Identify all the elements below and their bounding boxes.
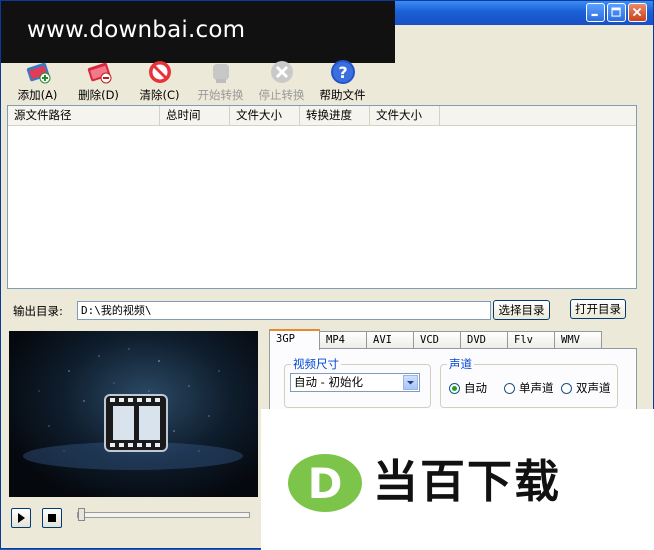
clear-icon xyxy=(145,58,175,86)
clear-button[interactable]: 清除(C) xyxy=(129,59,190,103)
column-header-filler xyxy=(440,106,636,125)
start-convert-label: 开始转换 xyxy=(197,88,244,102)
play-icon xyxy=(18,513,25,523)
open-dir-button[interactable]: 打开目录 xyxy=(570,299,626,319)
column-header-total-time[interactable]: 总时间 xyxy=(160,106,230,125)
choose-dir-button[interactable]: 选择目录 xyxy=(493,300,550,320)
brand-logo-letter: D xyxy=(308,459,343,508)
brand-logo-icon: D xyxy=(288,454,362,512)
toolbar: 添加(A) 删除(D) 清除(C) 开始转换 停止转换 ? 帮助文件 xyxy=(7,59,373,103)
file-list-header: 源文件路径 总时间 文件大小 转换进度 文件大小 xyxy=(8,106,636,126)
play-button[interactable] xyxy=(11,508,31,528)
app-window: www.downbai.com 添加(A) 删除(D) 清除(C) 开始转换 停… xyxy=(0,0,654,550)
channel-legend: 声道 xyxy=(449,357,472,371)
video-size-value: 自动 - 初始化 xyxy=(294,375,363,389)
stop-convert-label: 停止转换 xyxy=(258,88,305,102)
add-button-label: 添加(A) xyxy=(17,88,58,102)
seek-slider-track[interactable] xyxy=(77,512,250,518)
delete-icon xyxy=(84,58,114,86)
delete-button[interactable]: 删除(D) xyxy=(68,59,129,103)
start-convert-button[interactable]: 开始转换 xyxy=(190,59,251,103)
film-strip-icon xyxy=(23,348,243,470)
radio-auto-label: 自动 xyxy=(464,381,487,395)
tab-vcd[interactable]: VCD xyxy=(413,331,461,349)
file-list[interactable]: 源文件路径 总时间 文件大小 转换进度 文件大小 xyxy=(7,105,637,289)
column-header-file-size[interactable]: 文件大小 xyxy=(230,106,300,125)
tab-dvd[interactable]: DVD xyxy=(460,331,508,349)
delete-button-label: 删除(D) xyxy=(78,88,119,102)
tab-wmv[interactable]: WMV xyxy=(554,331,602,349)
video-preview xyxy=(9,331,258,497)
maximize-button[interactable] xyxy=(607,3,626,22)
seek-slider-thumb[interactable] xyxy=(78,508,85,521)
add-button[interactable]: 添加(A) xyxy=(7,59,68,103)
radio-stereo-label: 双声道 xyxy=(576,381,611,395)
video-size-select[interactable]: 自动 - 初始化 xyxy=(290,373,420,392)
chevron-down-icon[interactable] xyxy=(403,375,418,390)
window-controls xyxy=(586,3,647,22)
minimize-icon xyxy=(591,13,598,17)
maximize-icon xyxy=(611,7,621,17)
minimize-button[interactable] xyxy=(586,3,605,22)
tab-3gp[interactable]: 3GP xyxy=(269,329,320,350)
stop-convert-button[interactable]: 停止转换 xyxy=(251,59,312,103)
tab-avi[interactable]: AVI xyxy=(366,331,414,349)
radio-mono-label: 单声道 xyxy=(519,381,554,395)
help-button-label: 帮助文件 xyxy=(319,88,366,102)
svg-text:?: ? xyxy=(338,63,347,82)
tab-flv[interactable]: Flv xyxy=(507,331,555,349)
output-dir-label: 输出目录: xyxy=(13,304,63,318)
radio-channel-mono[interactable]: 单声道 xyxy=(504,380,554,396)
stop-convert-icon xyxy=(267,58,297,86)
video-size-legend: 视频尺寸 xyxy=(293,357,339,371)
clear-button-label: 清除(C) xyxy=(139,88,180,102)
radio-mono-indicator[interactable] xyxy=(504,382,515,394)
close-icon xyxy=(632,7,642,17)
help-icon: ? xyxy=(328,58,358,86)
radio-channel-stereo[interactable]: 双声道 xyxy=(561,380,611,396)
start-convert-icon xyxy=(206,58,236,86)
help-button[interactable]: ? 帮助文件 xyxy=(312,59,373,103)
stop-icon xyxy=(48,514,56,522)
brand-text: 当百下载 xyxy=(373,455,562,508)
watermark-banner: www.downbai.com xyxy=(1,1,395,63)
tab-mp4[interactable]: MP4 xyxy=(319,331,367,349)
radio-channel-auto[interactable]: 自动 xyxy=(449,380,487,396)
format-tabs: 3GP MP4 AVI VCD DVD Flv WMV xyxy=(269,329,602,350)
column-header-source-path[interactable]: 源文件路径 xyxy=(8,106,160,125)
output-dir-input[interactable]: D:\我的视频\ xyxy=(77,301,491,320)
radio-auto-indicator[interactable] xyxy=(449,382,460,394)
radio-stereo-indicator[interactable] xyxy=(561,382,572,394)
column-header-output-size[interactable]: 文件大小 xyxy=(370,106,440,125)
stop-button[interactable] xyxy=(42,508,62,528)
column-header-progress[interactable]: 转换进度 xyxy=(300,106,370,125)
close-button[interactable] xyxy=(628,3,647,22)
add-video-icon xyxy=(23,58,53,86)
